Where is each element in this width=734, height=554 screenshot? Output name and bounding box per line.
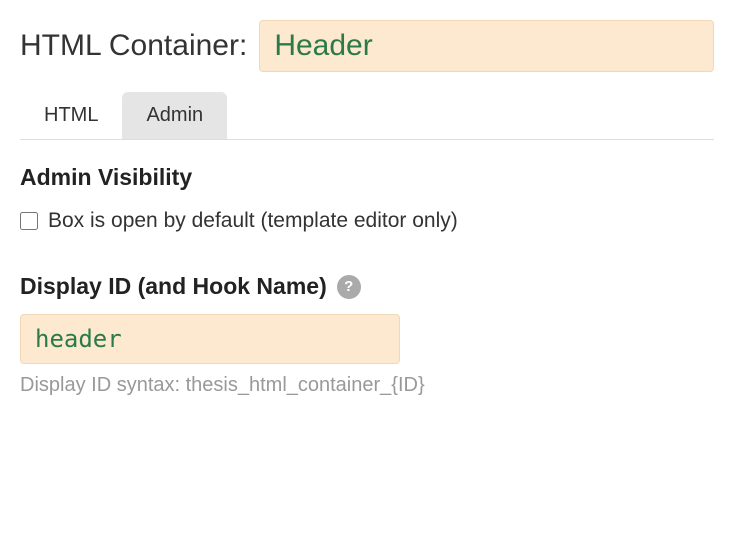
display-id-syntax-hint: Display ID syntax: thesis_html_container…: [20, 374, 714, 397]
container-name-input[interactable]: [259, 20, 714, 72]
title-row: HTML Container:: [20, 20, 714, 72]
tabs: HTML Admin: [20, 92, 714, 140]
open-by-default-row: Box is open by default (template editor …: [20, 209, 714, 233]
container-type-label: HTML Container:: [20, 29, 247, 63]
display-id-input[interactable]: [20, 314, 400, 364]
tab-admin[interactable]: Admin: [122, 92, 227, 139]
tab-html[interactable]: HTML: [20, 92, 122, 139]
open-by-default-label: Box is open by default (template editor …: [48, 209, 458, 233]
admin-visibility-heading: Admin Visibility: [20, 164, 714, 191]
open-by-default-checkbox[interactable]: [20, 212, 38, 230]
display-id-heading-row: Display ID (and Hook Name) ?: [20, 273, 714, 300]
display-id-heading: Display ID (and Hook Name): [20, 273, 327, 300]
help-icon[interactable]: ?: [337, 275, 361, 299]
